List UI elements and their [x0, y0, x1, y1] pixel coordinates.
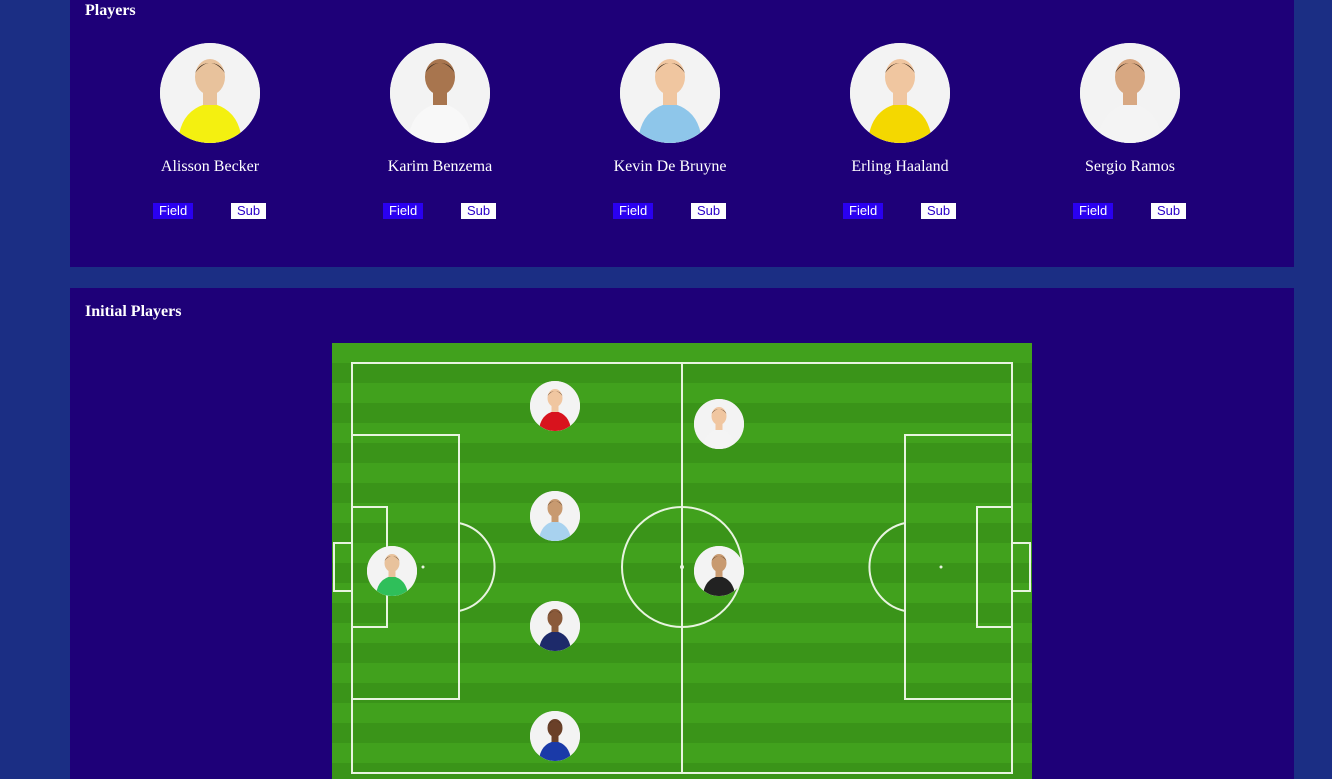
player-name: Sergio Ramos	[1085, 158, 1175, 175]
pitch-markings	[332, 343, 1032, 779]
sub-button[interactable]: Sub	[691, 203, 727, 219]
player-card: Karim Benzema Field Sub	[345, 43, 575, 233]
defender-token-4[interactable]	[530, 711, 580, 761]
goalkeeper-token[interactable]	[367, 546, 417, 596]
player-card: Alisson Becker Field Sub	[115, 43, 345, 233]
defender-token-3[interactable]	[530, 601, 580, 651]
player-photo-image	[850, 43, 950, 143]
field-button[interactable]: Field	[153, 203, 194, 219]
field-button[interactable]: Field	[1073, 203, 1114, 219]
player-name: Alisson Becker	[160, 158, 260, 175]
forward-token-2[interactable]	[694, 546, 744, 596]
player-photo	[160, 43, 260, 143]
players-panel: Players Alisson Becker Field Sub Karim Benz…	[70, 0, 1294, 267]
sub-button[interactable]: Sub	[921, 203, 957, 219]
field-button[interactable]: Field	[383, 203, 424, 219]
player-photo-image	[1080, 43, 1180, 143]
player-name: Sergio	[1265, 158, 1274, 176]
token-photo-image	[530, 491, 580, 541]
defender-token-2[interactable]	[530, 491, 580, 541]
player-photo-image	[390, 43, 490, 143]
initial-players-panel: Initial Players	[70, 288, 1294, 779]
player-photo	[390, 43, 490, 143]
token-photo-image	[530, 711, 580, 761]
token-photo-image	[530, 601, 580, 651]
sub-button[interactable]: Sub	[461, 203, 497, 219]
player-name: Kevin De Bruyne	[613, 158, 727, 175]
player-photo	[850, 43, 950, 143]
football-pitch	[332, 343, 1032, 779]
player-photo	[620, 43, 720, 143]
sub-button[interactable]: Sub	[1151, 203, 1187, 219]
token-photo-image	[694, 546, 744, 596]
player-card: Sergio Ramos Field Sub	[1035, 43, 1265, 233]
player-card: Kevin De Bruyne Field Sub	[575, 43, 805, 233]
player-card: SergioFieldSub	[1265, 43, 1274, 233]
player-card: Erling Haaland Field Sub	[805, 43, 1035, 233]
player-photo	[1080, 43, 1180, 143]
player-photo-image	[620, 43, 720, 143]
sub-button[interactable]: Sub	[231, 203, 267, 219]
player-name: Karim Benzema	[387, 158, 493, 175]
token-photo-image	[367, 546, 417, 596]
token-photo-image	[530, 381, 580, 431]
defender-token-1[interactable]	[530, 381, 580, 431]
field-button[interactable]: Field	[843, 203, 884, 219]
field-button[interactable]: Field	[613, 203, 654, 219]
token-photo-image	[694, 399, 744, 449]
players-carousel[interactable]: Alisson Becker Field Sub Karim Benzema Field…	[70, 0, 1274, 267]
forward-token-1[interactable]	[694, 399, 744, 449]
initial-players-title: Initial Players	[85, 303, 182, 320]
player-photo-image	[160, 43, 260, 143]
player-name: Erling Haaland	[851, 158, 949, 175]
